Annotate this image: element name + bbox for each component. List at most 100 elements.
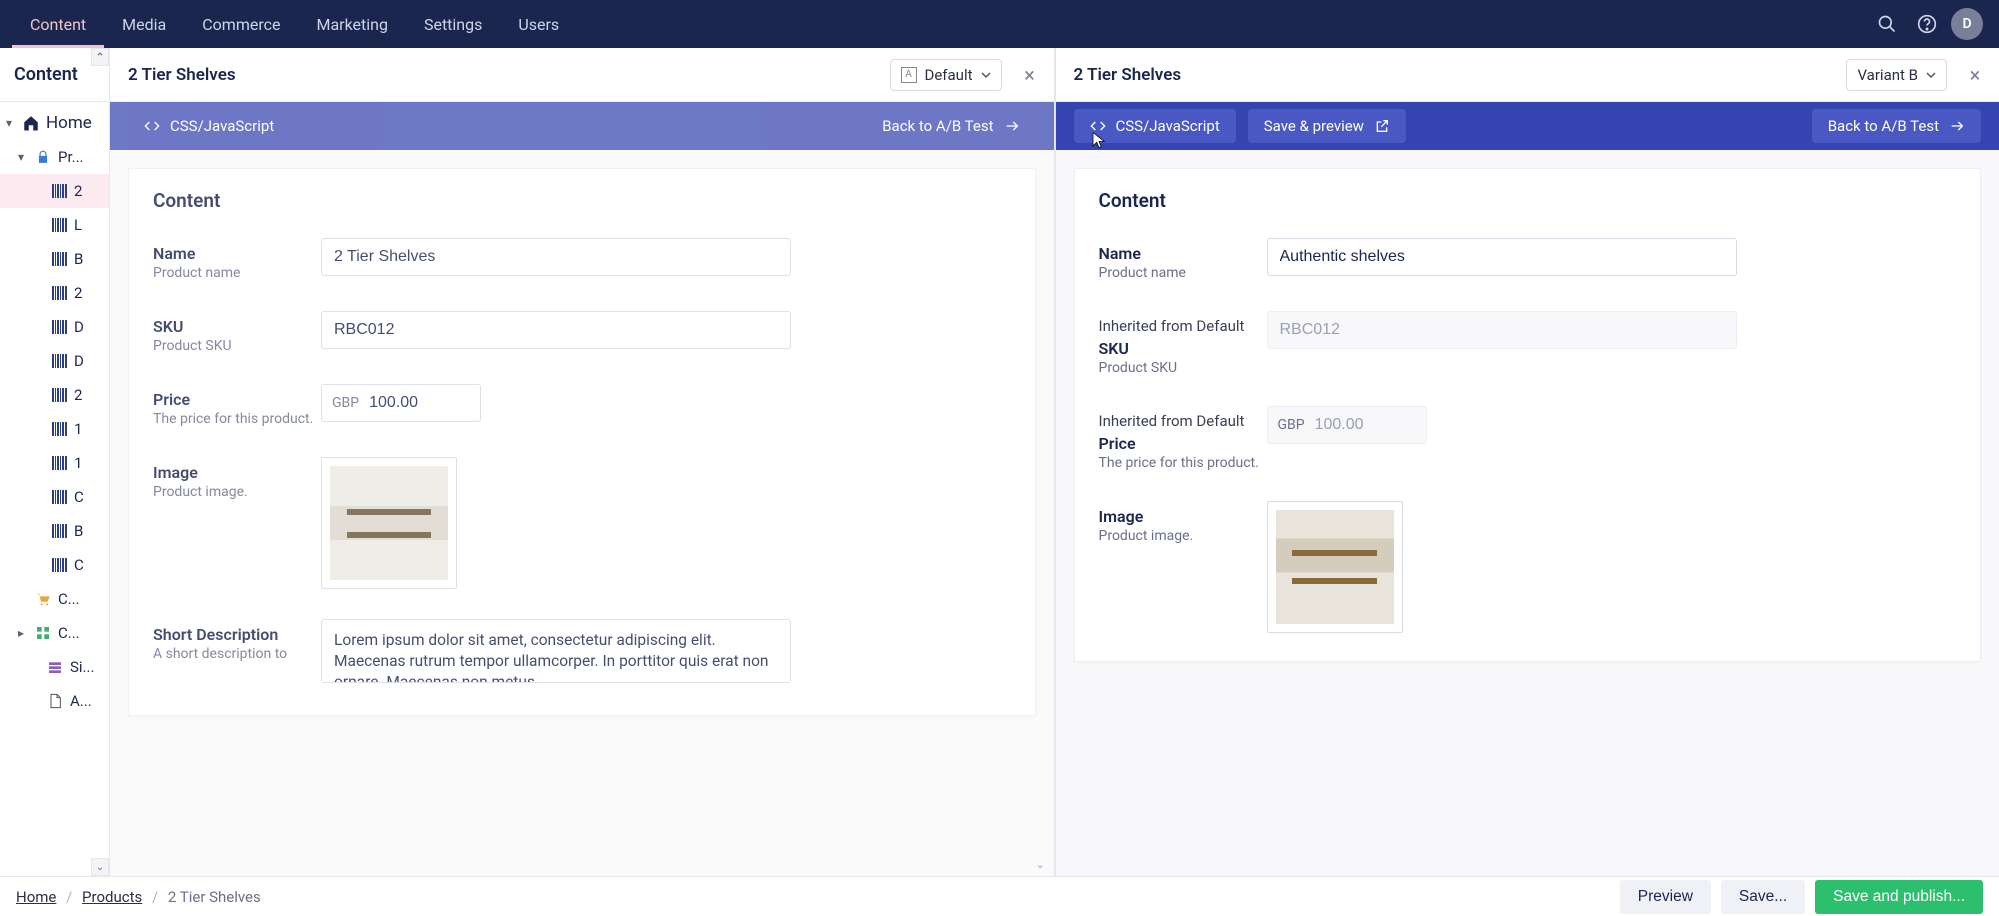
css-js-button-left[interactable]: CSS/JavaScript — [128, 109, 290, 143]
content-card-left: Content Name Product name SKU — [128, 168, 1036, 716]
tree-item[interactable]: 2 — [0, 378, 109, 412]
tree-item[interactable]: 1 — [0, 412, 109, 446]
variant-selector-left[interactable]: A Default — [890, 59, 1002, 91]
tree-item-label: Si... — [70, 658, 94, 676]
barcode-icon — [48, 218, 70, 232]
scroll-down-icon[interactable]: ⌄ — [91, 858, 109, 876]
tree-item[interactable]: C... — [0, 582, 109, 616]
preview-button[interactable]: Preview — [1620, 880, 1711, 914]
nav-marketing[interactable]: Marketing — [298, 0, 405, 48]
pane-header-right: 2 Tier Shelves Variant B × — [1056, 48, 1999, 102]
price-value-input[interactable] — [369, 385, 481, 421]
shortdesc-sub: A short description to — [153, 646, 321, 662]
content-card-right: Content Name Product name Inherited from… — [1074, 168, 1982, 662]
site-icon — [44, 659, 66, 675]
sku-input-left[interactable] — [321, 311, 791, 349]
tree-item[interactable]: B — [0, 242, 109, 276]
footer: Home / Products / 2 Tier Shelves Preview… — [0, 876, 1999, 916]
nav-content[interactable]: Content — [12, 0, 104, 48]
breadcrumb-home[interactable]: Home — [16, 888, 56, 906]
name-sub: Product name — [153, 265, 321, 281]
close-pane-right[interactable]: × — [1961, 61, 1989, 89]
sku-sub: Product SKU — [1099, 360, 1267, 376]
barcode-icon — [48, 490, 70, 504]
scroll-up-icon[interactable]: ⌃ — [91, 48, 109, 66]
barcode-icon — [48, 354, 70, 368]
doc-icon — [44, 693, 66, 709]
tree-item-label: 1 — [74, 420, 82, 438]
field-image-left: Image Product image. — [153, 457, 1011, 589]
tree-products-label: Pr... — [58, 148, 84, 166]
pane-body-right[interactable]: Content Name Product name Inherited from… — [1056, 150, 1999, 876]
image-thumbnail-left[interactable] — [321, 457, 457, 589]
tree-home[interactable]: ▾ Home — [0, 106, 109, 140]
tree-item-label: C... — [58, 590, 80, 608]
tree-item-label: A... — [70, 692, 92, 710]
tree-item[interactable]: D — [0, 344, 109, 378]
shortdesc-input-left[interactable] — [321, 619, 791, 683]
arrow-right-icon — [1949, 118, 1965, 134]
nav-users[interactable]: Users — [500, 0, 577, 48]
barcode-icon — [48, 320, 70, 334]
save-preview-button[interactable]: Save & preview — [1248, 109, 1406, 143]
pane-body-left[interactable]: Content Name Product name SKU — [110, 150, 1054, 876]
barcode-icon — [48, 456, 70, 470]
price-input-left[interactable]: GBP — [321, 384, 481, 422]
tree-item[interactable]: C — [0, 480, 109, 514]
lock-icon — [32, 150, 54, 164]
save-publish-button[interactable]: Save and publish... — [1815, 880, 1983, 914]
barcode-icon — [48, 252, 70, 266]
tree-item[interactable]: ▸ C... — [0, 616, 109, 650]
back-ab-button-left[interactable]: Back to A/B Test — [866, 109, 1035, 143]
nav-commerce[interactable]: Commerce — [184, 0, 298, 48]
tree-item-label: D — [74, 318, 84, 336]
card-title-right: Content — [1099, 189, 1957, 212]
code-icon — [144, 118, 160, 134]
price-sub: The price for this product. — [153, 411, 321, 427]
tree-item-label: B — [74, 522, 83, 540]
pane-variant-b: 2 Tier Shelves Variant B × CSS/JavaScrip… — [1054, 48, 1999, 876]
tree-item-label: D — [74, 352, 84, 370]
tree-item[interactable]: 1 — [0, 446, 109, 480]
image-thumbnail-right[interactable] — [1267, 501, 1403, 633]
nav-media[interactable]: Media — [104, 0, 184, 48]
image-label: Image — [153, 463, 321, 482]
barcode-icon — [48, 524, 70, 538]
field-sku-right: Inherited from Default SKU Product SKU — [1099, 311, 1957, 376]
tree-item[interactable]: L — [0, 208, 109, 242]
price-sub: The price for this product. — [1099, 455, 1267, 471]
name-input-left[interactable] — [321, 238, 791, 276]
variant-label-right: Variant B — [1857, 66, 1918, 84]
home-icon — [20, 114, 42, 132]
help-icon[interactable] — [1907, 4, 1947, 44]
tree-item[interactable]: 2 — [0, 276, 109, 310]
nav-settings[interactable]: Settings — [406, 0, 500, 48]
close-pane-left[interactable]: × — [1016, 61, 1044, 89]
currency-label: GBP — [322, 395, 369, 411]
name-input-right[interactable] — [1267, 238, 1737, 276]
css-js-button-right[interactable]: CSS/JavaScript — [1074, 109, 1236, 143]
barcode-icon — [48, 388, 70, 402]
code-icon — [1090, 118, 1106, 134]
tree-item[interactable]: C — [0, 548, 109, 582]
image-sub: Product image. — [153, 484, 321, 500]
tree-products[interactable]: ▾ Pr... — [0, 140, 109, 174]
price-value-input — [1315, 407, 1427, 443]
back-ab-button-right[interactable]: Back to A/B Test — [1812, 109, 1981, 143]
tree-item-label: C — [74, 488, 84, 506]
save-button[interactable]: Save... — [1721, 880, 1805, 914]
search-icon[interactable] — [1867, 4, 1907, 44]
breadcrumb-products[interactable]: Products — [82, 888, 142, 906]
tree-item[interactable]: D — [0, 310, 109, 344]
tree-item[interactable]: Si... — [0, 650, 109, 684]
tree-item[interactable]: A... — [0, 684, 109, 718]
tree-home-label: Home — [46, 113, 92, 133]
breadcrumb: Home / Products / 2 Tier Shelves — [16, 888, 261, 906]
variant-selector-right[interactable]: Variant B — [1846, 59, 1947, 91]
tree-item[interactable]: B — [0, 514, 109, 548]
user-avatar[interactable]: D — [1947, 4, 1987, 44]
tree-item[interactable]: 2 — [0, 174, 109, 208]
top-nav: Content Media Commerce Marketing Setting… — [0, 0, 1999, 48]
price-input-right: GBP — [1267, 406, 1427, 444]
sku-label: SKU — [153, 317, 321, 336]
